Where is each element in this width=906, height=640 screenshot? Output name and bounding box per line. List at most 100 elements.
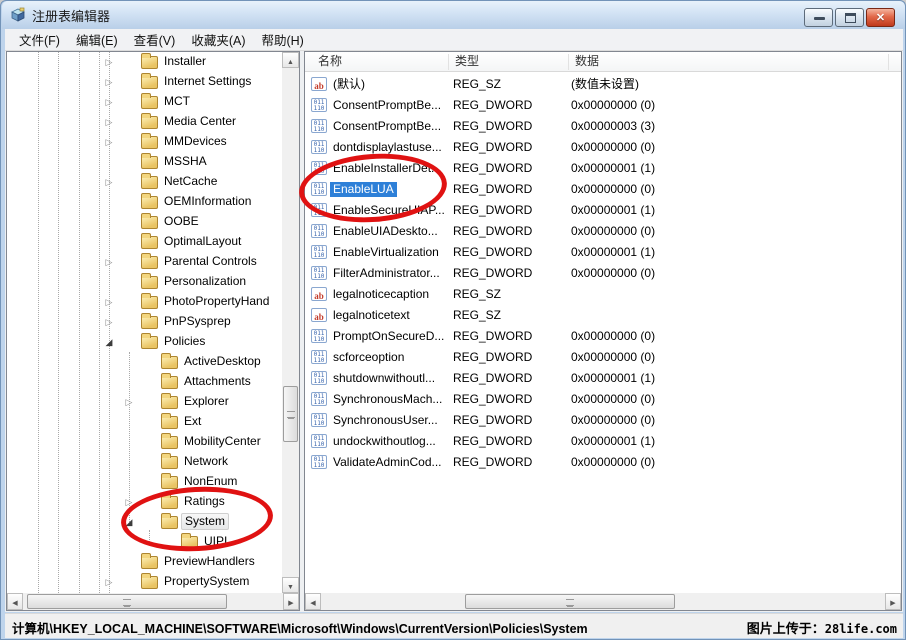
menu-item-文件(F)[interactable]: 文件(F) <box>11 28 68 51</box>
maximize-button[interactable] <box>835 8 864 27</box>
menu-item-编辑(E)[interactable]: 编辑(E) <box>68 28 126 51</box>
value-row-FilterAdministrator...[interactable]: FilterAdministrator... REG_DWORD 0x00000… <box>305 263 901 284</box>
value-name: SynchronousMach... <box>333 392 442 407</box>
expander-icon[interactable] <box>122 454 136 470</box>
scroll-down-button[interactable] <box>282 577 299 593</box>
scroll-up-button[interactable] <box>282 52 299 68</box>
tree-item-Installer[interactable]: Installer <box>7 52 282 72</box>
tree-item-MobilityCenter[interactable]: MobilityCenter <box>7 432 282 452</box>
value-type: REG_DWORD <box>453 413 532 428</box>
tree-item-PropertySystem[interactable]: PropertySystem <box>7 572 282 592</box>
tree-horizontal-scrollbar[interactable] <box>7 593 299 610</box>
tree-item-OOBE[interactable]: OOBE <box>7 212 282 232</box>
expander-icon[interactable] <box>122 354 136 370</box>
expander-icon[interactable] <box>102 254 116 270</box>
titlebar[interactable]: 注册表编辑器 <box>2 1 905 29</box>
value-row-legalnoticecaption[interactable]: legalnoticecaption REG_SZ <box>305 284 901 305</box>
value-row-scforceoption[interactable]: scforceoption REG_DWORD 0x00000000 (0) <box>305 347 901 368</box>
expander-icon[interactable] <box>102 194 116 210</box>
tree-item-MSSHA[interactable]: MSSHA <box>7 152 282 172</box>
tree-item-label: OptimalLayout <box>161 234 244 249</box>
expander-icon[interactable] <box>102 74 116 90</box>
value-type: REG_DWORD <box>453 182 532 197</box>
menu-item-收藏夹(A)[interactable]: 收藏夹(A) <box>183 28 253 51</box>
tree-item-label: Installer <box>161 54 209 69</box>
value-row-ConsentPromptBe...[interactable]: ConsentPromptBe... REG_DWORD 0x00000003 … <box>305 116 901 137</box>
scroll-left-button[interactable] <box>7 593 23 610</box>
tree-item-PreviewHandlers[interactable]: PreviewHandlers <box>7 552 282 572</box>
expander-icon[interactable] <box>102 234 116 250</box>
tree-item-Attachments[interactable]: Attachments <box>7 372 282 392</box>
value-name: SynchronousUser... <box>333 413 438 428</box>
value-row-legalnoticetext[interactable]: legalnoticetext REG_SZ <box>305 305 901 326</box>
expander-icon[interactable] <box>122 414 136 430</box>
column-header-data[interactable]: 数据 <box>575 52 599 71</box>
scroll-left-button[interactable] <box>305 593 321 610</box>
column-separator[interactable] <box>448 54 449 70</box>
tree-item-NonEnum[interactable]: NonEnum <box>7 472 282 492</box>
list-hscroll-thumb[interactable] <box>465 594 675 609</box>
tree-item-OptimalLayout[interactable]: OptimalLayout <box>7 232 282 252</box>
menu-item-帮助(H)[interactable]: 帮助(H) <box>253 28 311 51</box>
expander-icon[interactable] <box>102 334 116 350</box>
expander-icon[interactable] <box>122 394 136 410</box>
scroll-right-button[interactable] <box>885 593 901 610</box>
value-row-SynchronousUser...[interactable]: SynchronousUser... REG_DWORD 0x00000000 … <box>305 410 901 431</box>
expander-icon[interactable] <box>102 134 116 150</box>
value-row-shutdownwithoutl...[interactable]: shutdownwithoutl... REG_DWORD 0x00000001… <box>305 368 901 389</box>
tree-item-Personalization[interactable]: Personalization <box>7 272 282 292</box>
expander-icon[interactable] <box>102 154 116 170</box>
value-row-(默认)[interactable]: (默认) REG_SZ (数值未设置) <box>305 74 901 95</box>
tree-item-Network[interactable]: Network <box>7 452 282 472</box>
tree-item-PnPSysprep[interactable]: PnPSysprep <box>7 312 282 332</box>
expander-icon[interactable] <box>122 434 136 450</box>
registry-values-pane[interactable]: 名称 类型 数据 (默认) REG_SZ (数值未设置) ConsentProm… <box>304 51 902 611</box>
tree-item-Media Center[interactable]: Media Center <box>7 112 282 132</box>
column-separator[interactable] <box>888 54 889 70</box>
expander-icon[interactable] <box>102 114 116 130</box>
list-horizontal-scrollbar[interactable] <box>305 593 901 610</box>
tree-item-Internet Settings[interactable]: Internet Settings <box>7 72 282 92</box>
expander-icon[interactable] <box>122 374 136 390</box>
expander-icon[interactable] <box>102 174 116 190</box>
close-button[interactable] <box>866 8 895 27</box>
tree-vscroll-thumb[interactable] <box>283 386 298 442</box>
expander-icon[interactable] <box>102 574 116 590</box>
minimize-button[interactable] <box>804 8 833 27</box>
tree-hscroll-thumb[interactable] <box>27 594 227 609</box>
folder-icon <box>141 336 158 349</box>
value-row-ValidateAdminCod...[interactable]: ValidateAdminCod... REG_DWORD 0x00000000… <box>305 452 901 473</box>
expander-icon[interactable] <box>102 214 116 230</box>
expander-icon[interactable] <box>102 54 116 70</box>
expander-icon[interactable] <box>102 94 116 110</box>
value-row-PromptOnSecureD...[interactable]: PromptOnSecureD... REG_DWORD 0x00000000 … <box>305 326 901 347</box>
menu-item-查看(V)[interactable]: 查看(V) <box>126 28 184 51</box>
tree-item-MMDevices[interactable]: MMDevices <box>7 132 282 152</box>
tree-item-label: MSSHA <box>161 154 210 169</box>
tree-item-MCT[interactable]: MCT <box>7 92 282 112</box>
tree-item-Ext[interactable]: Ext <box>7 412 282 432</box>
tree-item-label: NetCache <box>161 174 220 189</box>
tree-item-PhotoPropertyHand[interactable]: PhotoPropertyHand <box>7 292 282 312</box>
column-header-name[interactable]: 名称 <box>318 52 342 71</box>
tree-item-ActiveDesktop[interactable]: ActiveDesktop <box>7 352 282 372</box>
value-row-SynchronousMach...[interactable]: SynchronousMach... REG_DWORD 0x00000000 … <box>305 389 901 410</box>
expander-icon[interactable] <box>122 474 136 490</box>
expander-icon[interactable] <box>102 554 116 570</box>
tree-item-Explorer[interactable]: Explorer <box>7 392 282 412</box>
value-row-ConsentPromptBe...[interactable]: ConsentPromptBe... REG_DWORD 0x00000000 … <box>305 95 901 116</box>
column-header-type[interactable]: 类型 <box>455 52 479 71</box>
tree-item-NetCache[interactable]: NetCache <box>7 172 282 192</box>
value-row-EnableUIADeskto...[interactable]: EnableUIADeskto... REG_DWORD 0x00000000 … <box>305 221 901 242</box>
column-separator[interactable] <box>568 54 569 70</box>
expander-icon[interactable] <box>102 294 116 310</box>
scroll-right-button[interactable] <box>283 593 299 610</box>
tree-item-Parental Controls[interactable]: Parental Controls <box>7 252 282 272</box>
expander-icon[interactable] <box>102 314 116 330</box>
tree-vertical-scrollbar[interactable] <box>282 52 299 593</box>
tree-item-Policies[interactable]: Policies <box>7 332 282 352</box>
expander-icon[interactable] <box>102 274 116 290</box>
value-row-undockwithoutlog...[interactable]: undockwithoutlog... REG_DWORD 0x00000001… <box>305 431 901 452</box>
value-row-EnableVirtualization[interactable]: EnableVirtualization REG_DWORD 0x0000000… <box>305 242 901 263</box>
tree-item-OEMInformation[interactable]: OEMInformation <box>7 192 282 212</box>
